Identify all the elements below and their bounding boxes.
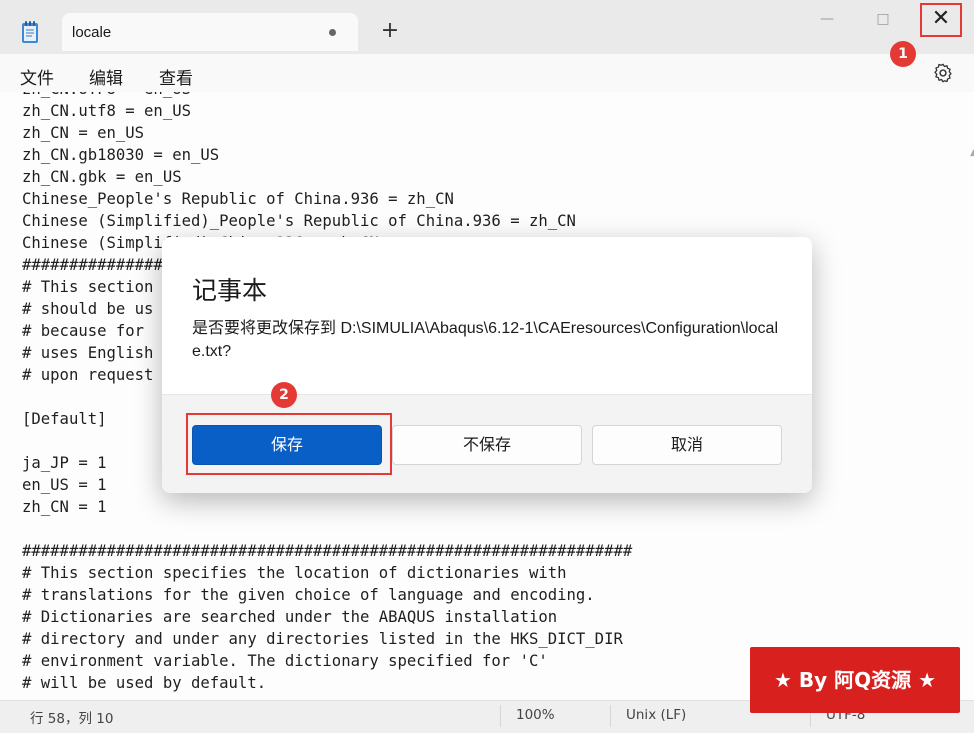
new-tab-button[interactable]: +	[377, 18, 403, 44]
editor-line: zh_CN.gbk = en_US	[22, 168, 182, 186]
editor-line: zh_CN.UTF8 = en_US	[22, 92, 632, 100]
unsaved-indicator-icon[interactable]	[329, 29, 336, 36]
callout-badge-2: 2	[271, 382, 297, 408]
editor-line: Chinese (Simplified)_People's Republic o…	[22, 212, 576, 230]
editor-line: Chinese_People's Republic of China.936 =…	[22, 190, 454, 208]
dialog-message: 是否要将更改保存到 D:\SIMULIA\Abaqus\6.12-1\CAEre…	[192, 320, 778, 360]
dont-save-button[interactable]: 不保存	[392, 425, 582, 465]
editor-line: # environment variable. The dictionary s…	[22, 652, 548, 670]
editor-line: zh_CN.gb18030 = en_US	[22, 146, 220, 164]
save-dialog: 记事本 是否要将更改保存到 D:\SIMULIA\Abaqus\6.12-1\C…	[162, 237, 812, 493]
editor-line: zh_CN = 1	[22, 498, 107, 516]
title-bar: locale + — □ ✕	[0, 0, 974, 54]
menu-view[interactable]: 查看	[159, 64, 193, 89]
close-button[interactable]: ✕	[920, 3, 962, 37]
status-divider	[500, 705, 501, 727]
menu-file[interactable]: 文件	[20, 64, 54, 89]
menu-edit[interactable]: 编辑	[89, 64, 123, 89]
status-divider	[610, 705, 611, 727]
callout-badge-1: 1	[890, 41, 916, 67]
tab-locale[interactable]: locale	[62, 13, 358, 51]
editor-line: # directory and under any directories li…	[22, 630, 623, 648]
gear-icon[interactable]	[932, 62, 954, 84]
dialog-title: 记事本	[192, 276, 268, 305]
menu-bar: 文件 编辑 查看	[0, 54, 974, 92]
minimize-button[interactable]: —	[804, 5, 850, 35]
zoom-level: 100%	[516, 707, 555, 723]
watermark-logo: ★ By 阿Q资源 ★	[750, 647, 960, 713]
editor-line: zh_CN = en_US	[22, 124, 145, 142]
tab-title: locale	[72, 24, 112, 41]
cancel-button[interactable]: 取消	[592, 425, 782, 465]
notepad-icon	[22, 21, 38, 43]
maximize-button[interactable]: □	[860, 5, 906, 35]
editor-line: # This section specifies the location of…	[22, 564, 567, 582]
editor-line: # Dictionaries are searched under the AB…	[22, 608, 558, 626]
watermark-text: ★ By 阿Q资源 ★	[773, 668, 937, 692]
scrollbar-indicator[interactable]: ▲	[970, 148, 974, 162]
editor-line: # translations for the given choice of l…	[22, 586, 595, 604]
editor-line: zh_CN.utf8 = en_US	[22, 102, 191, 120]
cursor-position: 行 58，列 10	[30, 711, 114, 727]
save-highlight-box	[186, 413, 392, 475]
editor-line: ########################################…	[22, 542, 633, 560]
line-ending: Unix (LF)	[626, 707, 687, 723]
editor-line: # will be used by default.	[22, 674, 267, 692]
